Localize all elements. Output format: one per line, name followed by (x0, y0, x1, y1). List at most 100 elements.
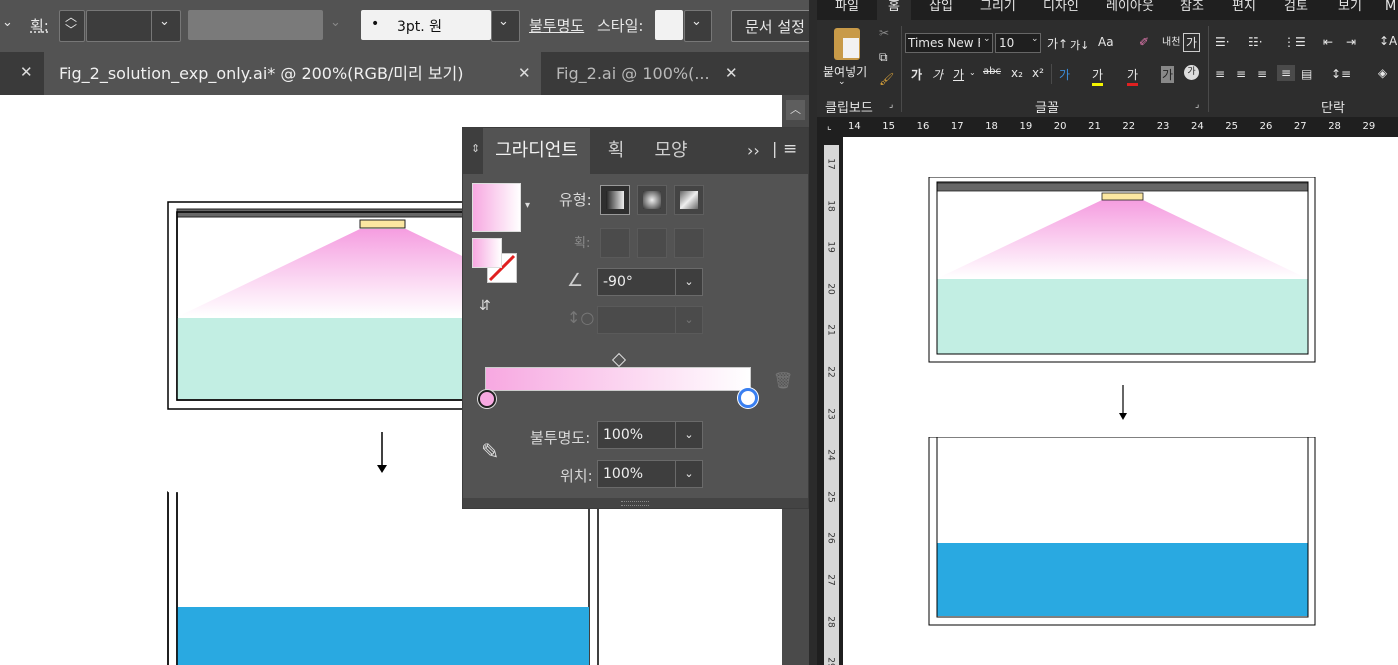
swatch-dropdown-icon[interactable]: ▾ (525, 200, 530, 211)
tab-fig2-solution[interactable]: Fig_2_solution_exp_only.ai* @ 200%(RGB/미… (44, 52, 541, 95)
tab-design[interactable]: 디자인 (1043, 0, 1079, 20)
horizontal-ruler[interactable]: ⌞ 14 15 16 17 18 19 20 21 22 23 24 25 26 27 28 29 (817, 117, 1398, 137)
phonetic-guide-icon[interactable]: 내천 (1162, 33, 1180, 48)
ruler-number: 15 (882, 121, 896, 132)
stroke-weight-dropdown[interactable]: ⌄ (151, 10, 181, 42)
tab-home[interactable]: 홈 (877, 0, 911, 20)
text-effects-icon[interactable]: 가 (1059, 66, 1070, 83)
tab-fig2[interactable]: Fig_2.ai @ 100%(... ✕ (541, 52, 751, 95)
tab-references[interactable]: 참조 (1180, 0, 1204, 20)
tab-layout[interactable]: 레이아웃 (1106, 0, 1154, 20)
style-dropdown[interactable]: ⌄ (684, 10, 712, 42)
bullets-icon[interactable]: ☰· (1215, 35, 1230, 49)
midpoint-diamond[interactable] (611, 352, 627, 368)
tab-insert[interactable]: 삽입 (929, 0, 953, 20)
text-direction-icon[interactable]: ↕A (1379, 34, 1397, 48)
change-case-button[interactable]: Aa (1098, 35, 1114, 49)
scroll-up-icon[interactable]: ︿ (786, 100, 805, 120)
align-center-icon[interactable]: ≡ (1236, 67, 1246, 81)
paste-icon[interactable] (834, 28, 860, 60)
tab-selector-icon[interactable]: ⌞ (827, 121, 832, 132)
aspect-ratio-input: ⌄ (597, 306, 703, 334)
enclose-characters-icon[interactable]: 가 (1184, 65, 1199, 80)
tab-stroke[interactable]: 획 (596, 128, 636, 174)
superscript-icon[interactable]: x² (1032, 66, 1044, 80)
distributed-icon[interactable]: ▤ (1301, 67, 1312, 81)
location-input[interactable]: 100% ⌄ (597, 460, 703, 488)
chevron-down-icon[interactable]: ⌄ (838, 77, 846, 87)
graphic-style-swatch[interactable] (655, 10, 683, 40)
brush-dropdown[interactable]: ⌄ (491, 10, 520, 42)
tab-appearance[interactable]: 모양 (643, 128, 699, 174)
stroke-weight-input[interactable] (86, 10, 153, 42)
angle-input[interactable]: -90° ⌄ (597, 268, 703, 296)
align-left-icon[interactable]: ≡ (1215, 67, 1225, 81)
subscript-icon[interactable]: x₂ (1011, 66, 1023, 80)
line-spacing-icon[interactable]: ↕≡ (1331, 67, 1351, 81)
vertical-ruler[interactable]: 17 18 19 20 21 22 23 24 25 26 27 28 29 (817, 137, 843, 665)
font-color-icon[interactable]: 가 (1127, 66, 1139, 86)
clear-formatting-icon[interactable]: ✐ (1139, 35, 1149, 49)
close-icon[interactable]: ✕ (518, 52, 531, 95)
stroke-stepper[interactable]: ︿ ﹀ (59, 10, 85, 42)
document-page[interactable] (843, 137, 1398, 665)
align-right-icon[interactable]: ≡ (1257, 67, 1267, 81)
font-name-box[interactable]: Times New Ro ⌄ (905, 33, 993, 53)
character-border-icon[interactable]: 가 (1183, 33, 1201, 52)
tab-review[interactable]: 검토 (1284, 0, 1308, 20)
opacity-label[interactable]: 불투명도 (529, 15, 584, 36)
font-size-box[interactable]: 10 ⌄ (995, 33, 1041, 53)
close-icon[interactable]: ✕ (725, 52, 738, 95)
gradient-preview-swatch[interactable] (472, 183, 521, 232)
opacity-input[interactable]: 100% ⌄ (597, 421, 703, 449)
strikethrough-icon[interactable]: abc (983, 66, 1001, 77)
tab-mailings[interactable]: 편지 (1232, 0, 1256, 20)
document-setup-button[interactable]: 문서 설정 (731, 10, 817, 42)
bottom-container (167, 485, 599, 665)
italic-icon[interactable]: 가 (932, 66, 943, 83)
shrink-font-icon[interactable]: 가↓ (1070, 37, 1089, 53)
gradient-stop-end[interactable] (738, 388, 758, 408)
underline-icon[interactable]: 가 (953, 66, 964, 83)
multilevel-list-icon[interactable]: ⋮☰ (1283, 35, 1306, 49)
chevron-down-icon[interactable]: ⌄ (2, 15, 13, 30)
fill-gradient-icon[interactable] (472, 238, 502, 268)
shading-icon[interactable]: ◈ (1378, 66, 1387, 80)
grow-font-icon[interactable]: 가↑ (1047, 35, 1068, 52)
justify-icon[interactable]: ≡ (1277, 65, 1296, 81)
panel-menu-icon[interactable]: ≡ (783, 139, 797, 159)
close-icon[interactable]: ✕ (20, 63, 33, 81)
gradient-stop-start[interactable] (478, 390, 496, 408)
panel-resize-grip[interactable] (463, 498, 808, 508)
tab-more[interactable]: M (1385, 0, 1396, 20)
ruler-number: 28 (1328, 121, 1341, 132)
eyedropper-icon[interactable]: ✎ (481, 440, 499, 465)
dialog-launcher-icon[interactable]: ⌟ (1195, 100, 1199, 110)
numbering-icon[interactable]: ☷· (1248, 35, 1263, 49)
copy-icon[interactable]: ⧉ (879, 50, 888, 65)
linear-gradient-icon[interactable] (600, 185, 630, 215)
increase-indent-icon[interactable]: ⇥ (1346, 35, 1356, 49)
brush-definition[interactable]: • 3pt. 원 (361, 10, 491, 40)
ribbon: 붙여넣기 ⌄ ✂ ⧉ 🖌 클립보드 ⌟ Times New Ro ⌄ 10 ⌄ … (817, 20, 1398, 117)
format-painter-icon[interactable]: 🖌 (879, 72, 894, 86)
gradient-slider[interactable] (485, 367, 751, 391)
chevron-down-icon[interactable]: ⌄ (675, 269, 702, 295)
tab-file[interactable]: 파일 (835, 0, 859, 20)
tab-gradient[interactable]: 그라디언트 (483, 128, 590, 174)
tab-draw[interactable]: 그리기 (980, 0, 1016, 20)
variable-width-profile[interactable] (188, 10, 323, 40)
decrease-indent-icon[interactable]: ⇤ (1323, 35, 1333, 49)
chevron-down-icon[interactable]: ⌄ (675, 422, 702, 448)
radial-gradient-icon[interactable] (637, 185, 667, 215)
character-shading-icon[interactable]: 가 (1161, 66, 1175, 83)
highlight-icon[interactable]: 가 (1092, 66, 1104, 86)
expand-panel-icon[interactable]: ›› (747, 141, 760, 160)
chevron-down-icon[interactable]: ⌄ (675, 461, 702, 487)
freeform-gradient-icon[interactable] (674, 185, 704, 215)
tab-view[interactable]: 보기 (1338, 0, 1362, 20)
dialog-launcher-icon[interactable]: ⌟ (889, 100, 893, 110)
bold-icon[interactable]: 가 (911, 66, 922, 83)
reverse-gradient-icon[interactable]: ⇵ (479, 298, 491, 314)
panel-collapse-icon[interactable]: ⇕ (471, 142, 480, 155)
